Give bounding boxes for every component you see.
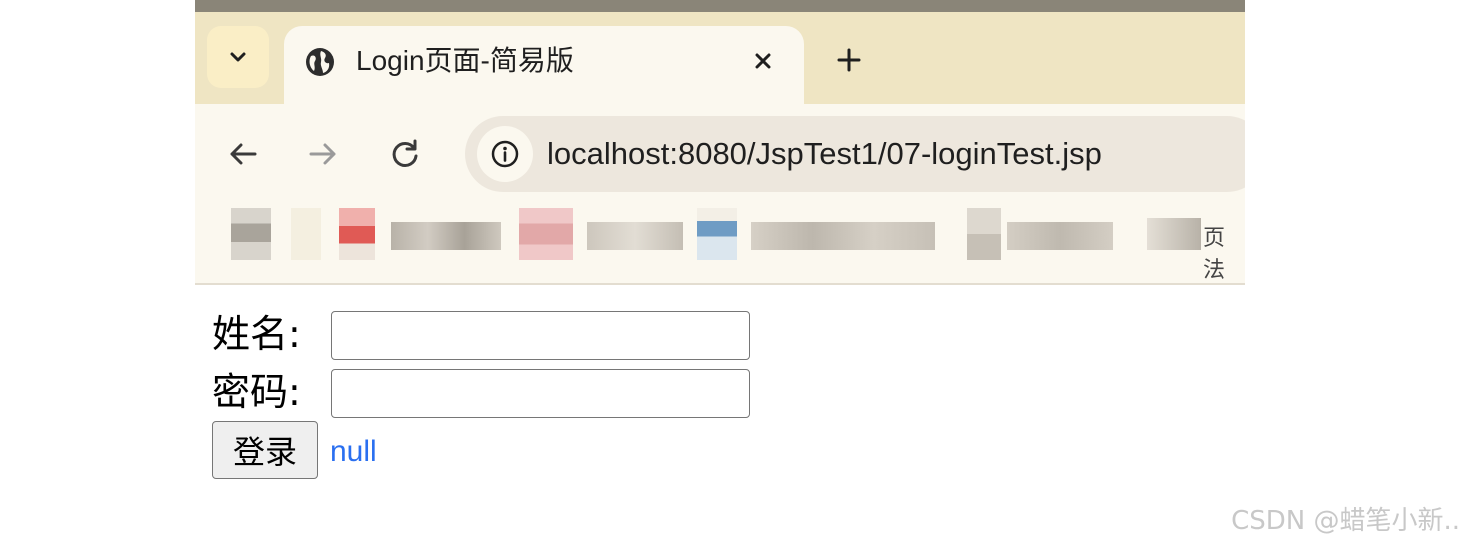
bookmark-item[interactable] — [1007, 222, 1113, 250]
bookmark-item[interactable] — [751, 222, 935, 250]
globe-icon — [306, 48, 334, 76]
browser-toolbar: localhost:8080/JspTest1/07-loginTest.jsp… — [195, 104, 1245, 284]
chevron-down-icon — [230, 52, 246, 62]
bookmark-fragment-text: 页法 — [1203, 226, 1226, 283]
password-input[interactable] — [331, 369, 750, 418]
bookmark-item[interactable] — [1147, 218, 1201, 250]
browser-window: Login页面-简易版 localhost:8080/JspTest1/07-l… — [195, 0, 1245, 285]
close-icon — [755, 53, 771, 69]
login-button[interactable]: 登录 — [212, 421, 318, 479]
address-bar[interactable]: localhost:8080/JspTest1/07-loginTest.jsp — [465, 116, 1245, 192]
bookmarks-bar: 页法 — [195, 208, 1245, 283]
plus-icon — [837, 48, 861, 72]
bookmark-item[interactable] — [391, 222, 501, 250]
site-info-button[interactable] — [477, 126, 533, 182]
name-label: 姓名: — [212, 312, 301, 356]
arrow-left-icon — [230, 143, 257, 165]
bookmark-item[interactable] — [339, 208, 375, 260]
tab-close-button[interactable] — [746, 44, 780, 78]
name-input[interactable] — [331, 311, 750, 360]
bookmark-item[interactable] — [587, 222, 683, 250]
toolbar-divider — [195, 283, 1245, 285]
reload-button[interactable] — [385, 134, 425, 174]
url-text: localhost:8080/JspTest1/07-loginTest.jsp — [547, 136, 1102, 171]
forward-button[interactable] — [303, 134, 343, 174]
login-result-text: null — [330, 435, 377, 468]
tab-search-button[interactable] — [207, 26, 269, 88]
watermark-text: CSDN @蜡笔小新.. — [1231, 506, 1460, 536]
new-tab-button[interactable] — [829, 40, 869, 80]
reload-icon — [392, 139, 418, 167]
bookmark-item[interactable] — [967, 208, 1001, 260]
arrow-right-icon — [309, 143, 336, 165]
bookmark-item[interactable] — [291, 208, 321, 260]
bookmark-item[interactable] — [231, 208, 271, 260]
password-label: 密码: — [212, 370, 301, 414]
tab-strip: Login页面-简易版 — [195, 12, 1245, 104]
tab-title: Login页面-简易版 — [356, 45, 574, 76]
active-tab[interactable]: Login页面-简易版 — [284, 26, 804, 104]
bookmark-item[interactable] — [697, 208, 737, 260]
bookmark-item[interactable] — [519, 208, 573, 260]
info-icon — [491, 140, 519, 168]
back-button[interactable] — [223, 134, 263, 174]
